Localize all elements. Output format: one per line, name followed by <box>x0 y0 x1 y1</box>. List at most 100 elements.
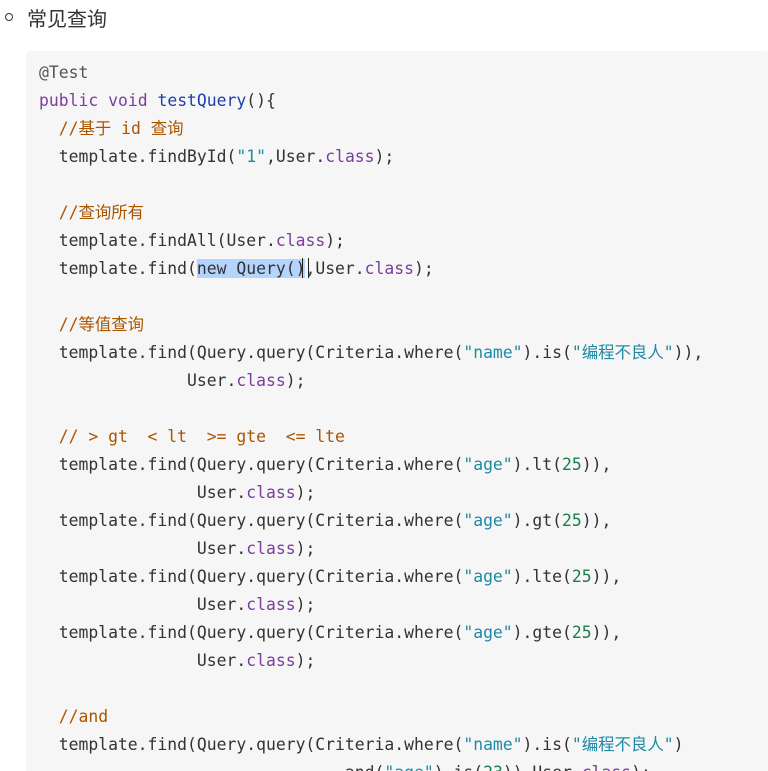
code-text: template.find(Query.query(Criteria.where… <box>39 455 464 474</box>
code-keyword: public <box>39 91 99 110</box>
code-text: )), <box>591 567 622 586</box>
code-text: User. <box>39 539 247 558</box>
selected-text: new Query() <box>196 259 306 278</box>
code-text: User. <box>39 371 237 390</box>
code-text: template.findAll(User. <box>39 231 276 250</box>
code-content[interactable]: @Test public void testQuery(){ //基于 id 查询… <box>39 59 703 771</box>
code-comment: // > gt < lt >= gte <= lte <box>58 427 345 446</box>
code-text: ) <box>673 735 684 754</box>
code-string: "name" <box>463 735 523 754</box>
code-text: User. <box>39 595 247 614</box>
code-line: template.findById("1",User.class); <box>39 143 703 171</box>
code-keyword: void <box>108 91 148 110</box>
code-text: ); <box>414 259 434 278</box>
code-line: template.find(Query.query(Criteria.where… <box>39 619 703 647</box>
code-line: @Test <box>39 59 703 87</box>
code-string: "编程不良人" <box>571 735 674 754</box>
code-keyword: class <box>275 231 326 250</box>
code-line: //等值查询 <box>39 311 703 339</box>
code-text: ).lt( <box>512 455 563 474</box>
code-keyword: class <box>325 147 375 166</box>
code-keyword: class <box>364 259 415 278</box>
code-method-name: testQuery <box>157 91 247 110</box>
code-text: template.find( <box>39 259 197 278</box>
code-number: 25 <box>562 455 582 474</box>
code-text: ,User. <box>305 259 365 278</box>
code-text: template.find(Query.query(Criteria.where… <box>39 511 464 530</box>
code-text: template.find(Query.query(Criteria.where… <box>39 343 464 362</box>
code-text: )),User. <box>503 763 582 771</box>
code-text: ).is( <box>522 735 572 754</box>
code-text: ); <box>631 763 651 771</box>
code-line: User.class); <box>39 535 703 563</box>
code-text: ); <box>295 651 316 670</box>
code-keyword: class <box>246 539 296 558</box>
code-text: ).lte( <box>512 567 572 586</box>
code-line: template.find(Query.query(Criteria.where… <box>39 451 703 479</box>
code-keyword: class <box>246 483 296 502</box>
code-string: "name" <box>463 343 523 362</box>
code-text: template.find(Query.query(Criteria.where… <box>39 567 464 586</box>
code-text: )), <box>581 511 612 530</box>
code-comment: //等值查询 <box>58 315 145 334</box>
code-line: User.class); <box>39 591 703 619</box>
code-keyword: class <box>246 595 296 614</box>
code-line: User.class); <box>39 479 703 507</box>
hollow-circle-bullet-icon <box>5 13 13 21</box>
code-text: ).is( <box>434 763 483 771</box>
code-text: template.find(Query.query(Criteria.where… <box>39 623 464 642</box>
code-text: ); <box>325 231 345 250</box>
code-number: 25 <box>562 511 582 530</box>
code-text: )), <box>581 455 612 474</box>
code-line: public void testQuery(){ <box>39 87 703 115</box>
code-line: //基于 id 查询 <box>39 115 703 143</box>
code-line: template.find(Query.query(Criteria.where… <box>39 731 703 759</box>
code-line: template.findAll(User.class); <box>39 227 703 255</box>
code-number: 25 <box>571 567 592 586</box>
code-line: //and <box>39 703 703 731</box>
code-keyword: class <box>582 763 631 771</box>
code-text: )), <box>591 623 622 642</box>
code-text: template.find(Query.query(Criteria.where… <box>39 735 464 754</box>
code-text: ); <box>295 539 316 558</box>
code-string: "age" <box>384 763 433 771</box>
code-line: template.find(Query.query(Criteria.where… <box>39 507 703 535</box>
code-line: User.class); <box>39 647 703 675</box>
code-line: template.find(new Query(),User.class); <box>39 255 703 283</box>
code-text: ); <box>374 147 395 166</box>
code-string: "age" <box>463 511 513 530</box>
code-string: "age" <box>463 623 513 642</box>
code-text: ,User. <box>265 147 326 166</box>
section-heading: 常见查询 <box>0 0 768 38</box>
code-text: ); <box>295 595 316 614</box>
code-keyword: class <box>246 651 296 670</box>
code-line: template.find(Query.query(Criteria.where… <box>39 563 703 591</box>
code-block[interactable]: @Test public void testQuery(){ //基于 id 查询… <box>26 51 768 771</box>
code-comment: //and <box>58 707 109 726</box>
code-number: 23 <box>483 763 503 771</box>
code-line: .and("age").is(23)),User.class); <box>39 759 703 771</box>
code-text: User. <box>39 651 247 670</box>
heading-text: 常见查询 <box>27 7 107 31</box>
code-comment: //查询所有 <box>58 203 145 222</box>
code-comment: //基于 id 查询 <box>58 119 184 138</box>
code-text: template.findById( <box>39 147 237 166</box>
code-keyword: class <box>236 371 286 390</box>
code-number: 25 <box>571 623 592 642</box>
code-text: ); <box>295 483 316 502</box>
code-text: ).is( <box>522 343 572 362</box>
code-line: //查询所有 <box>39 199 703 227</box>
code-text: User. <box>39 483 247 502</box>
code-text: ).gt( <box>512 511 563 530</box>
code-string: "1" <box>236 147 266 166</box>
code-string: "age" <box>463 567 513 586</box>
